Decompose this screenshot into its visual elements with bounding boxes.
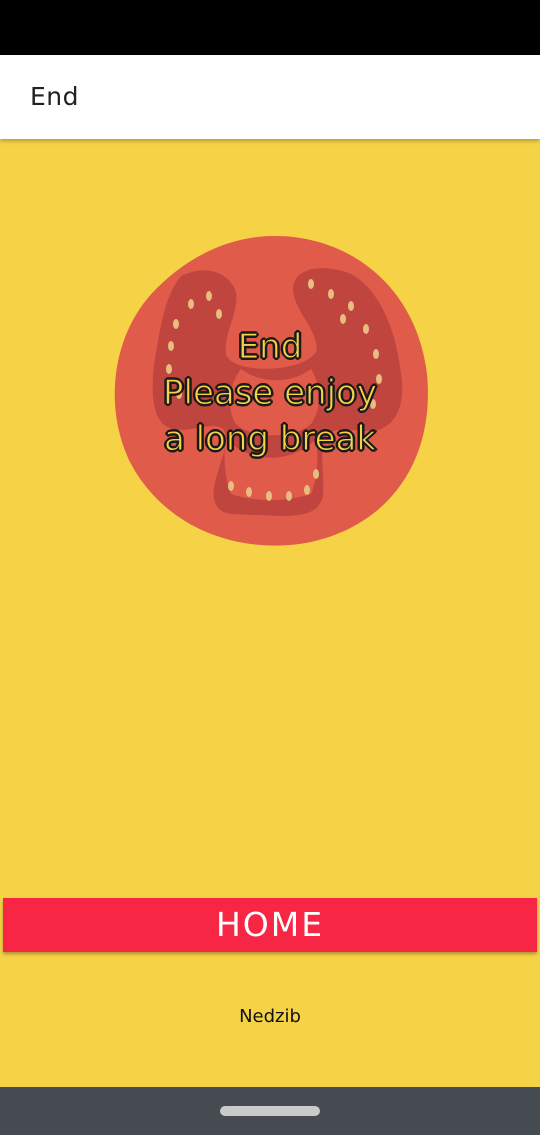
status-bar: [0, 0, 540, 55]
navigation-bar: [0, 1087, 540, 1135]
message-line-2: Please enjoy: [163, 373, 378, 414]
message-line-3: a long break: [163, 419, 377, 460]
app-bar: End: [0, 55, 540, 139]
message-line-1: End: [237, 327, 303, 368]
main-content: End Please enjoy a long break HOME Nedzi…: [0, 139, 540, 1087]
home-gesture-handle[interactable]: [220, 1106, 320, 1116]
app-bar-title: End: [30, 82, 80, 111]
author-label: Nedzib: [239, 1006, 301, 1027]
home-button[interactable]: HOME: [3, 898, 537, 952]
break-message: End Please enjoy a long break: [111, 324, 429, 462]
